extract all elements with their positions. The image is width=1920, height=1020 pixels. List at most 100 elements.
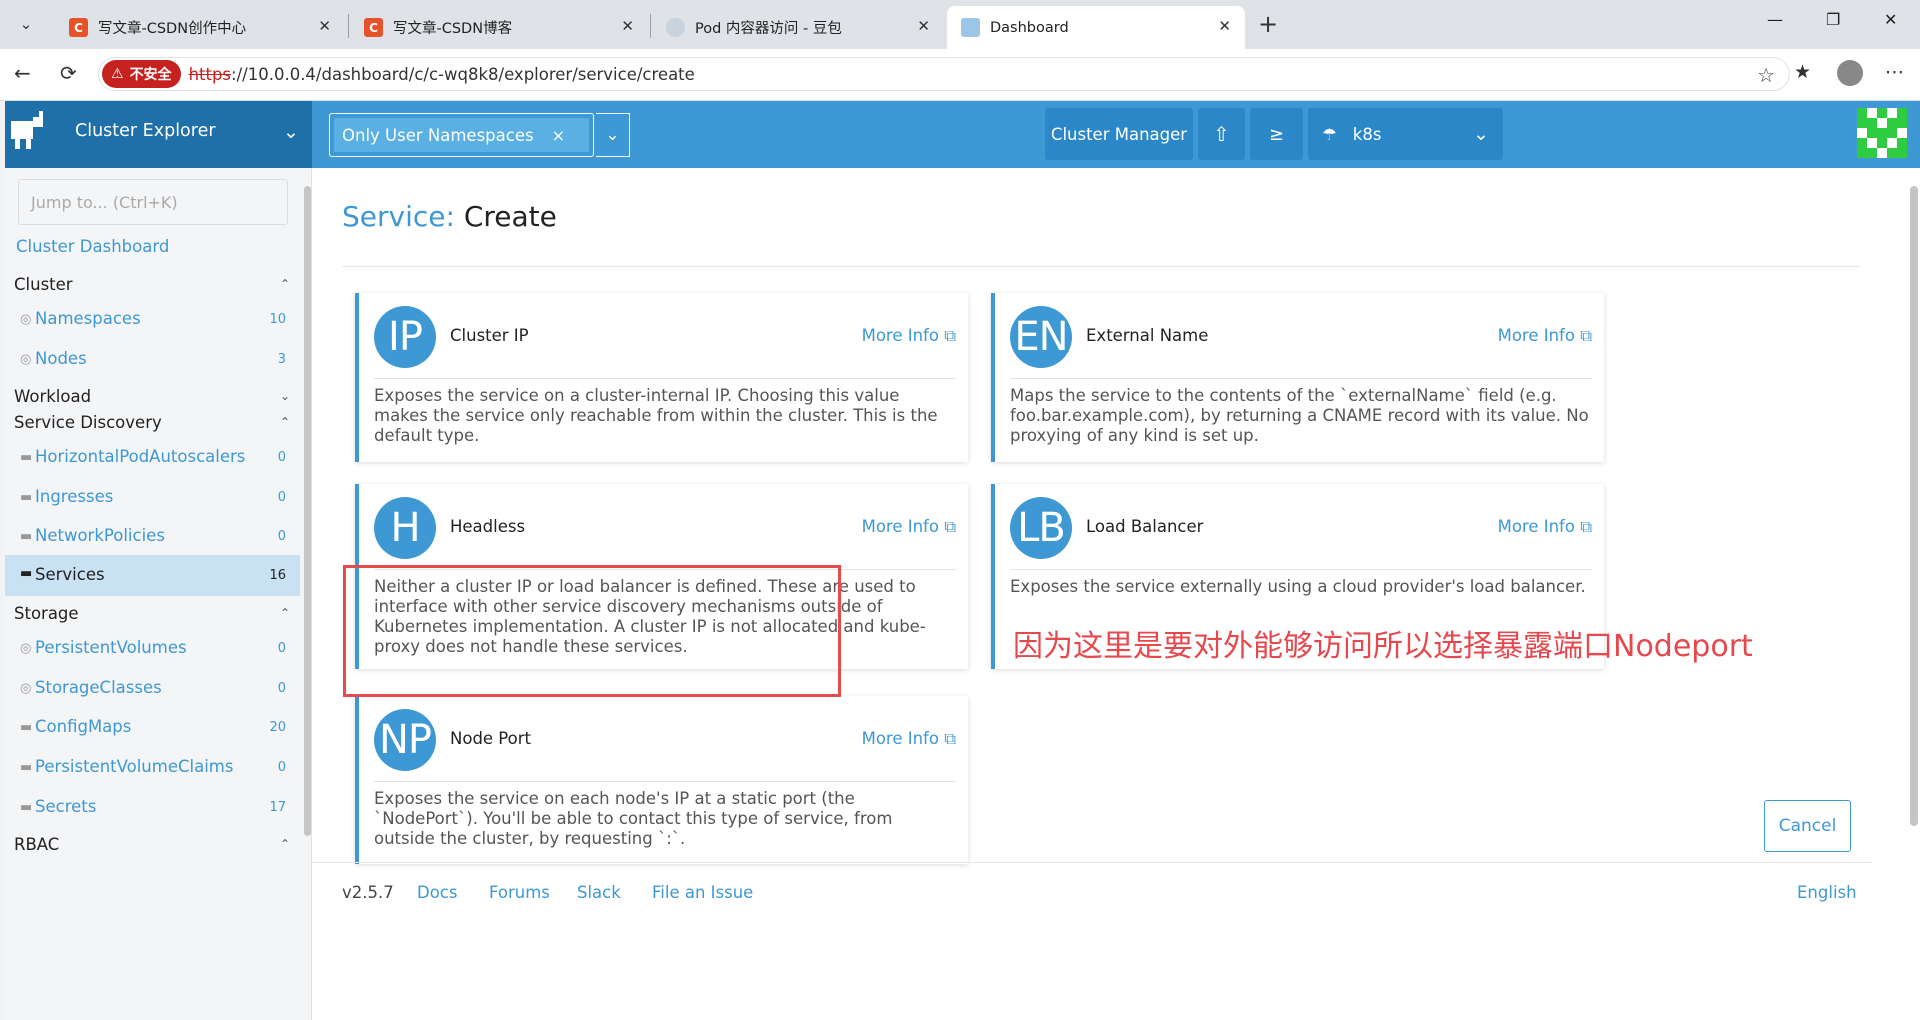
external-link-icon: ⧉: [944, 517, 956, 536]
user-avatar[interactable]: [1857, 108, 1907, 158]
service-type-card-externalname[interactable]: EN External Name More Info ⧉ Maps the se…: [991, 293, 1604, 462]
tab-title: 写文章-CSDN创作中心: [98, 21, 247, 37]
restore-icon[interactable]: ❐: [1826, 10, 1840, 29]
sidebar-group-workload[interactable]: Workload ⌄: [5, 387, 300, 411]
browser-tab-csdn-blog[interactable]: C 写文章-CSDN博客 ✕: [350, 6, 648, 49]
card-title: Node Port: [450, 729, 532, 748]
sidebar-item-ingresses[interactable]: ▬ Ingresses 0: [5, 487, 300, 511]
divider: [342, 266, 1860, 267]
browser-tab-csdn-center[interactable]: C 写文章-CSDN创作中心 ✕: [55, 6, 345, 49]
namespace-chip: Only User Namespaces ×: [334, 118, 589, 152]
cluster-icon: ☂: [1322, 124, 1337, 144]
browser-tab-bar: ⌄ C 写文章-CSDN创作中心 ✕ C 写文章-CSDN博客 ✕ Pod 内容…: [0, 0, 1920, 49]
cluster-explorer-menu[interactable]: Cluster Explorer ⌄: [5, 101, 312, 168]
sidebar-item-persistentvolumes[interactable]: ◎ PersistentVolumes 0: [5, 638, 300, 662]
docs-link[interactable]: Docs: [417, 883, 457, 902]
tab-close-icon[interactable]: ✕: [621, 17, 634, 35]
sidebar-group-cluster[interactable]: Cluster ⌃: [5, 275, 300, 299]
namespace-filter[interactable]: Only User Namespaces ×: [329, 113, 594, 157]
language-selector[interactable]: English: [1797, 883, 1857, 902]
more-info-link[interactable]: More Info ⧉: [862, 326, 956, 346]
sidebar-item-namespaces[interactable]: ◎ Namespaces 10: [5, 309, 300, 333]
tab-list-chevron-icon[interactable]: ⌄: [10, 9, 42, 39]
shield-icon: ⚠: [111, 66, 124, 82]
address-bar-row: ← ⟳ ⚠ 不安全 https://10.0.0.4/dashboard/c/c…: [0, 49, 1920, 101]
window-close-icon[interactable]: ✕: [1884, 10, 1897, 29]
sidebar-item-secrets[interactable]: ▬ Secrets 17: [5, 797, 300, 821]
sidebar-group-service-discovery[interactable]: Service Discovery ⌃: [5, 413, 300, 437]
sidebar-item-hpa[interactable]: ▬ HorizontalPodAutoscalers 0: [5, 447, 300, 471]
card-title: Load Balancer: [1086, 517, 1204, 536]
jump-to-input[interactable]: Jump to... (Ctrl+K): [18, 179, 288, 225]
csdn-icon: C: [364, 18, 383, 37]
card-badge: NP: [374, 709, 436, 771]
slack-link[interactable]: Slack: [577, 883, 621, 902]
sidebar-group-storage[interactable]: Storage ⌃: [5, 604, 300, 628]
card-badge: LB: [1010, 497, 1072, 559]
service-type-card-clusterip[interactable]: IP Cluster IP More Info ⧉ Exposes the se…: [355, 293, 968, 462]
more-info-link[interactable]: More Info ⧉: [1498, 326, 1592, 346]
tab-divider: [348, 14, 349, 38]
new-tab-icon[interactable]: +: [1258, 10, 1278, 38]
card-title: Headless: [450, 517, 526, 536]
sidebar-item-services[interactable]: ▬ Services 16: [5, 555, 300, 596]
cluster-manager-button[interactable]: Cluster Manager: [1045, 108, 1193, 160]
sidebar-scrollbar[interactable]: [303, 176, 311, 1006]
card-divider: [374, 378, 956, 379]
folder-icon: ▬: [20, 529, 33, 544]
import-yaml-upload-icon[interactable]: ⇧: [1198, 108, 1245, 160]
chevron-down-icon[interactable]: ⌄: [283, 121, 299, 143]
sidebar-item-nodes[interactable]: ◎ Nodes 3: [5, 349, 300, 373]
sidebar-item-networkpolicies[interactable]: ▬ NetworkPolicies 0: [5, 526, 300, 550]
tab-close-icon[interactable]: ✕: [917, 17, 930, 35]
bookmark-star-icon[interactable]: ☆: [1757, 63, 1775, 87]
scrollbar-thumb[interactable]: [1910, 186, 1918, 826]
scrollbar-thumb[interactable]: [304, 186, 311, 836]
service-type-card-nodeport[interactable]: NP Node Port More Info ⧉ Exposes the ser…: [355, 696, 968, 864]
card-title: External Name: [1086, 326, 1209, 345]
more-info-link[interactable]: More Info ⧉: [862, 729, 956, 749]
browser-tab-dashboard[interactable]: Dashboard ✕: [947, 6, 1245, 49]
kubectl-shell-icon[interactable]: ≥: [1250, 108, 1303, 160]
more-info-link[interactable]: More Info ⧉: [862, 517, 956, 537]
url-bar[interactable]: ⚠ 不安全 https://10.0.0.4/dashboard/c/c-wq8…: [98, 57, 1790, 91]
back-icon[interactable]: ←: [14, 61, 31, 85]
file-issue-link[interactable]: File an Issue: [652, 883, 753, 902]
namespace-dropdown-chevron-icon[interactable]: ⌄: [596, 113, 630, 157]
sidebar-group-rbac[interactable]: RBAC ⌃: [5, 835, 300, 859]
minimize-icon[interactable]: —: [1767, 10, 1783, 29]
favorites-icon[interactable]: ★: [1794, 61, 1811, 83]
card-title: Cluster IP: [450, 326, 529, 345]
profile-avatar[interactable]: [1837, 60, 1863, 86]
remove-chip-icon[interactable]: ×: [552, 126, 565, 145]
rancher-app: Cluster Explorer ⌄ Only User Namespaces …: [5, 101, 1920, 1020]
brand-title: Cluster Explorer: [75, 121, 216, 141]
cancel-button[interactable]: Cancel: [1764, 800, 1851, 852]
cluster-selector[interactable]: ☂ k8s ⌄: [1308, 108, 1503, 160]
more-menu-icon[interactable]: ⋯: [1885, 61, 1904, 83]
nodeport-highlight-box: [343, 565, 841, 697]
more-info-link[interactable]: More Info ⧉: [1498, 517, 1592, 537]
tab-title: Dashboard: [990, 19, 1069, 36]
page-title: Service: Create: [342, 200, 557, 233]
chevron-up-icon: ⌃: [279, 837, 290, 851]
tab-close-icon[interactable]: ✕: [318, 17, 331, 35]
globe-icon: ◎: [20, 681, 32, 696]
forums-link[interactable]: Forums: [489, 883, 550, 902]
reload-icon[interactable]: ⟳: [60, 61, 77, 85]
chevron-up-icon: ⌃: [279, 415, 290, 429]
sidebar-item-pvc[interactable]: ▬ PersistentVolumeClaims 0: [5, 757, 300, 781]
not-secure-badge[interactable]: ⚠ 不安全: [102, 60, 181, 88]
tab-close-icon[interactable]: ✕: [1218, 17, 1231, 35]
url-text[interactable]: https://10.0.0.4/dashboard/c/c-wq8k8/exp…: [189, 65, 695, 84]
sidebar-item-cluster-dashboard[interactable]: Cluster Dashboard: [5, 237, 300, 261]
card-badge: H: [374, 497, 436, 559]
card-description: Exposes the service on each node's IP at…: [374, 789, 893, 848]
rancher-icon: [961, 18, 980, 37]
sidebar-item-configmaps[interactable]: ▬ ConfigMaps 20: [5, 717, 300, 741]
browser-tab-doubao[interactable]: Pod 内容器访问 - 豆包 ✕: [652, 6, 944, 49]
main-scrollbar[interactable]: [1909, 176, 1919, 1002]
sidebar-item-storageclasses[interactable]: ◎ StorageClasses 0: [5, 678, 300, 702]
globe-icon: ◎: [20, 641, 32, 656]
sidebar: Jump to... (Ctrl+K) Cluster Dashboard Cl…: [5, 168, 312, 1020]
